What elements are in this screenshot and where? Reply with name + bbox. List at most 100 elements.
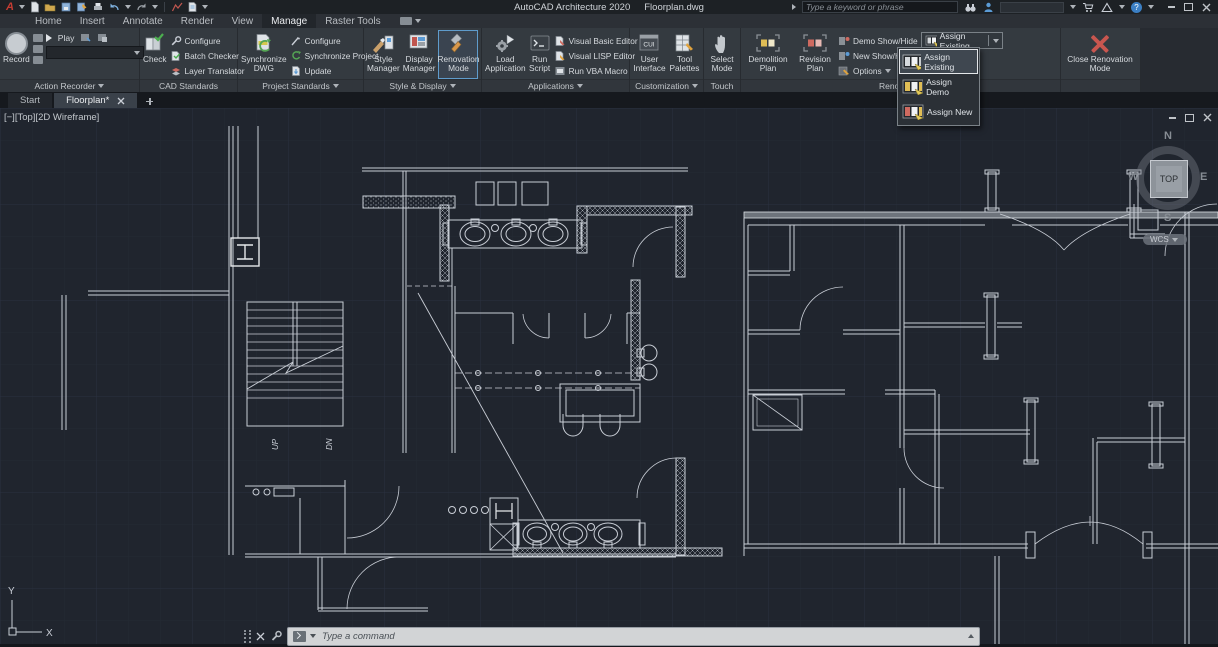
tab-annotate[interactable]: Annotate [114, 14, 172, 28]
ribbon-display-caret-icon[interactable] [415, 19, 421, 23]
run-vba-macro-button[interactable]: Run VBA Macro [554, 63, 638, 78]
sheet-set-icon[interactable] [187, 1, 198, 13]
menu-item-assign-new[interactable]: Assign New [899, 99, 978, 124]
close-renovation-mode-button[interactable]: Close Renovation Mode [1064, 30, 1136, 79]
revision-plan-button[interactable]: Revision Plan [795, 30, 835, 79]
command-close-icon[interactable] [256, 632, 265, 641]
panel-label-applications[interactable]: Applications [482, 79, 629, 92]
panel-label-project-standards[interactable]: Project Standards [238, 79, 363, 92]
viewcube-west[interactable]: W [1128, 171, 1138, 183]
save-as-icon[interactable] [76, 1, 88, 13]
insert-base-point-icon[interactable] [33, 45, 43, 53]
preference-icon[interactable] [80, 33, 91, 43]
viewport-minimize-control[interactable]: [−] [4, 112, 15, 123]
autocad-logo-icon[interactable]: A [5, 2, 15, 13]
account-caret-icon[interactable] [1070, 5, 1076, 9]
tab-home[interactable]: Home [26, 14, 71, 28]
play-button[interactable]: Play [46, 33, 75, 43]
viewcube-east[interactable]: E [1200, 171, 1207, 183]
demolition-plan-button[interactable]: Demolition Plan [744, 30, 792, 79]
command-bar-grip[interactable] [244, 630, 251, 643]
plot-icon[interactable] [92, 1, 104, 13]
doc-minimize-icon[interactable] [1169, 117, 1176, 119]
tab-raster-tools[interactable]: Raster Tools [316, 14, 389, 28]
synchronize-dwg-button[interactable]: Synchronize DWG [241, 30, 287, 79]
menu-item-assign-existing[interactable]: Assign Existing [899, 49, 978, 74]
insert-message-icon[interactable] [33, 34, 43, 42]
assign-caret-icon[interactable] [993, 39, 999, 43]
viewcube-north[interactable]: N [1164, 130, 1172, 142]
tab-view[interactable]: View [223, 14, 263, 28]
viewcube-south[interactable]: S [1164, 212, 1171, 224]
app-menu-caret-icon[interactable] [19, 5, 25, 9]
floorplan-drawing[interactable]: UP DN [0, 108, 1218, 647]
drawing-canvas[interactable]: UP DN [−] [Top] [2D Wireframe] N W E S T… [0, 108, 1218, 647]
panel-label-action-recorder[interactable]: Action Recorder [0, 79, 139, 92]
doc-close-icon[interactable] [1203, 113, 1212, 122]
undo-caret-icon[interactable] [125, 5, 131, 9]
viewcube-top-face[interactable]: TOP [1150, 160, 1188, 198]
doc-restore-icon[interactable] [1185, 114, 1194, 122]
a360-triangle-icon[interactable] [1101, 2, 1113, 13]
search-collapse-icon[interactable] [792, 4, 796, 10]
load-application-button[interactable]: Load Application [485, 30, 526, 79]
file-tab-floorplan[interactable]: Floorplan* [54, 93, 137, 108]
tab-manage[interactable]: Manage [262, 14, 316, 28]
user-interface-button[interactable]: CUI User Interface [633, 30, 666, 79]
style-manager-button[interactable]: Style Manager [367, 30, 400, 79]
pause-user-input-icon[interactable] [33, 56, 43, 64]
recent-commands-caret-icon[interactable] [310, 634, 316, 638]
sign-in-person-icon[interactable] [983, 2, 994, 13]
redo-caret-icon[interactable] [152, 5, 158, 9]
visual-basic-editor-button[interactable]: Visual Basic Editor [554, 33, 638, 48]
visual-lisp-editor-button[interactable]: Visual LISP Editor [554, 48, 638, 63]
command-input-field[interactable] [287, 627, 980, 646]
workspace-icon[interactable] [400, 17, 412, 25]
tool-palettes-button[interactable]: Tool Palettes [669, 30, 700, 79]
close-icon[interactable] [1202, 3, 1211, 12]
batch-checker-button[interactable]: Batch Checker [170, 48, 245, 63]
tab-insert[interactable]: Insert [71, 14, 114, 28]
layer-translator-button[interactable]: Layer Translator [170, 63, 245, 78]
record-button[interactable]: Record [3, 30, 30, 79]
display-manager-button[interactable]: Display Manager [403, 30, 436, 79]
configure-standards-button[interactable]: Configure [170, 33, 245, 48]
panel-label-style-display[interactable]: Style & Display [364, 79, 481, 92]
redo-icon[interactable] [135, 1, 148, 13]
tab-render[interactable]: Render [172, 14, 223, 28]
viewport-view-control[interactable]: [Top] [15, 112, 36, 123]
measure-chart-icon[interactable] [171, 1, 183, 13]
undo-icon[interactable] [108, 1, 121, 13]
demo-show-hide-button[interactable]: Demo Show/Hide [838, 33, 918, 48]
manage-action-macro-icon[interactable] [97, 33, 108, 43]
recent-commands-icon[interactable] [293, 631, 306, 642]
help-icon[interactable]: ? [1131, 2, 1142, 13]
search-binoculars-icon[interactable] [964, 2, 977, 13]
customize-wrench-icon[interactable] [270, 630, 282, 642]
account-field[interactable] [1000, 2, 1064, 13]
customize-qat-caret-icon[interactable] [202, 5, 208, 9]
new-tab-button[interactable] [143, 95, 156, 108]
panel-label-customization[interactable]: Customization [630, 79, 703, 92]
renovation-mode-button[interactable]: Renovation Mode [438, 30, 478, 79]
open-folder-icon[interactable] [44, 1, 56, 13]
tab-close-icon[interactable] [117, 97, 125, 105]
a360-caret-icon[interactable] [1119, 5, 1125, 9]
save-icon[interactable] [60, 1, 72, 13]
cart-icon[interactable] [1082, 2, 1095, 13]
run-script-button[interactable]: Run Script [529, 30, 551, 79]
help-caret-icon[interactable] [1148, 5, 1154, 9]
check-button[interactable]: Check [143, 30, 167, 79]
viewcube[interactable]: N W E S TOP WCS [1128, 130, 1208, 248]
command-history-expand-icon[interactable] [968, 634, 974, 638]
restore-icon[interactable] [1184, 3, 1193, 11]
new-file-icon[interactable] [29, 1, 40, 13]
wcs-selector[interactable]: WCS [1143, 234, 1187, 245]
search-input[interactable] [802, 1, 958, 13]
action-macro-select[interactable] [46, 46, 144, 59]
command-input[interactable] [320, 630, 964, 643]
select-mode-button[interactable]: Select Mode [707, 30, 737, 79]
viewport-visual-style-control[interactable]: [2D Wireframe] [35, 112, 99, 123]
minimize-icon[interactable] [1168, 6, 1175, 8]
file-tab-start[interactable]: Start [8, 93, 52, 108]
